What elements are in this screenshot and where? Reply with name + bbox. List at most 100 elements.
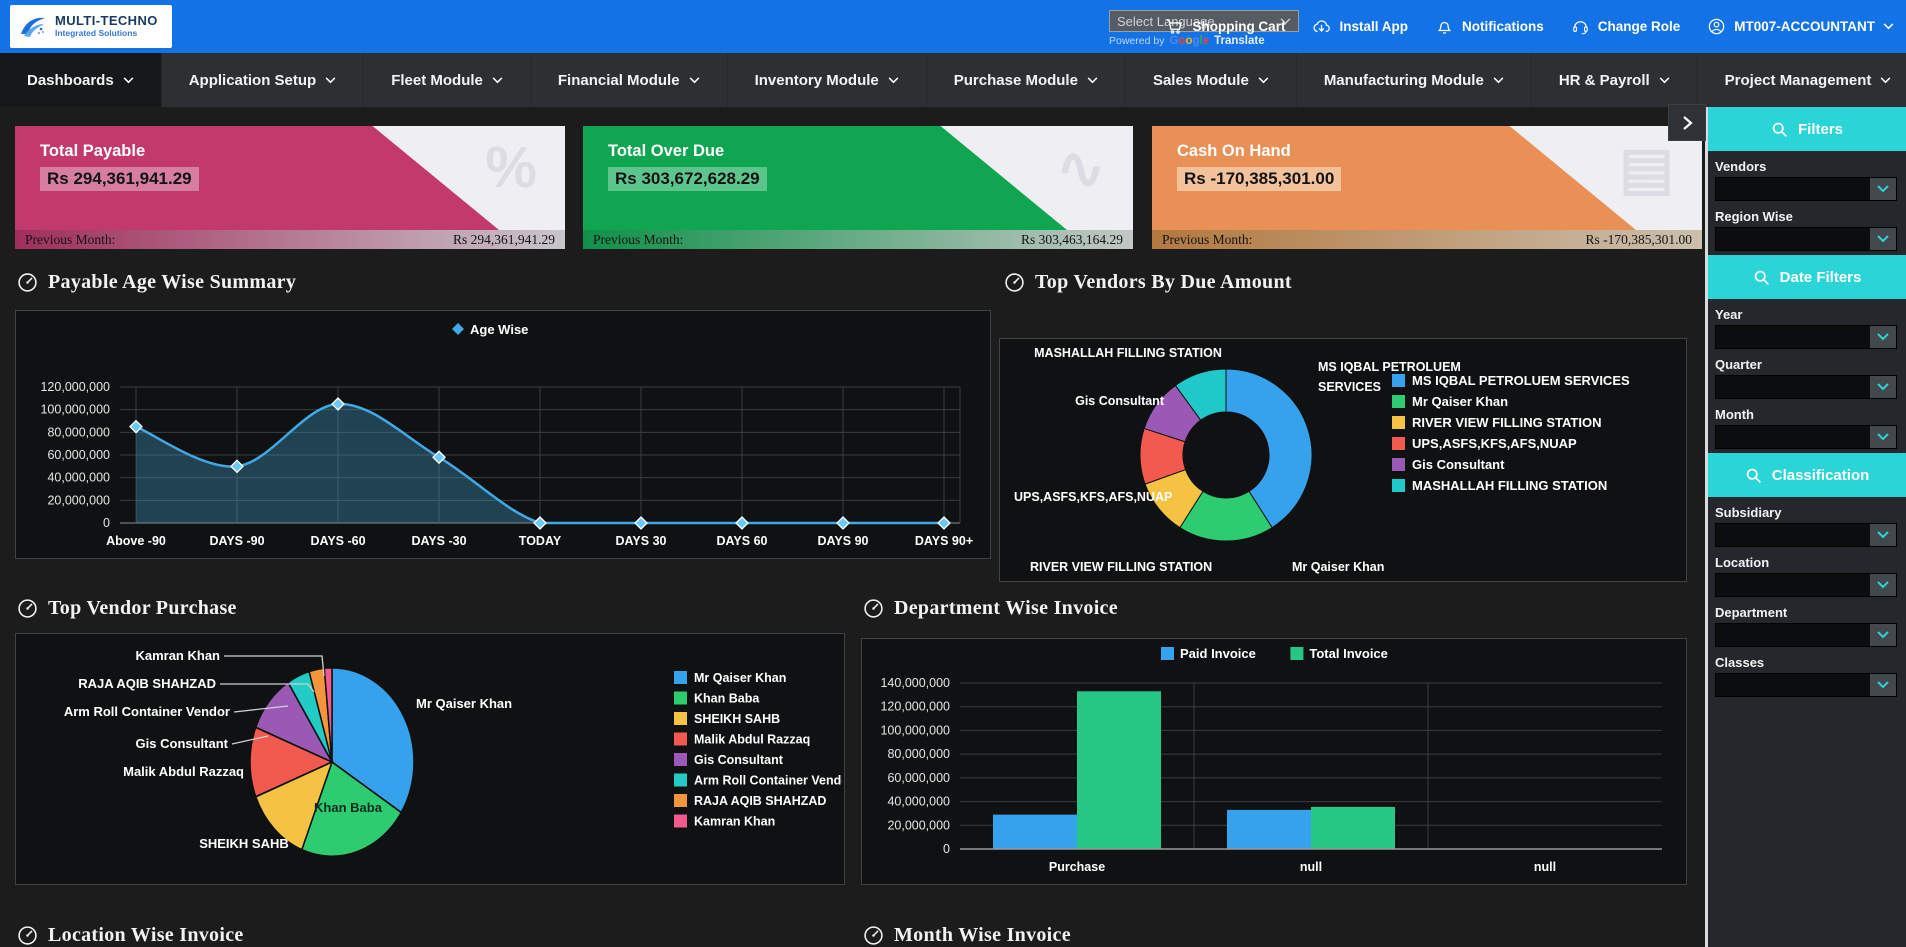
svg-text:Mr Qaiser Khan: Mr Qaiser Khan xyxy=(416,696,512,711)
chevron-down-icon xyxy=(1877,185,1889,193)
sidebar-select-region-wise[interactable] xyxy=(1715,227,1897,251)
svg-text:100,000,000: 100,000,000 xyxy=(880,723,950,737)
svg-text:20,000,000: 20,000,000 xyxy=(47,493,110,507)
svg-text:DAYS -90: DAYS -90 xyxy=(209,534,264,548)
nav-item-manufacturing-module[interactable]: Manufacturing Module xyxy=(1297,53,1532,107)
sidebar-field-label-quarter: Quarter xyxy=(1715,357,1906,372)
sidebar-select-classes[interactable] xyxy=(1715,673,1897,697)
notifications-button[interactable]: Notifications xyxy=(1435,17,1544,36)
chevron-down-icon xyxy=(1659,77,1670,84)
select-chevron-box xyxy=(1870,524,1896,546)
kpi-previous-month-strip: Previous Month:Rs -170,385,301.00 xyxy=(1152,230,1702,249)
svg-text:120,000,000: 120,000,000 xyxy=(880,700,950,714)
gauge-icon xyxy=(863,598,884,619)
search-icon xyxy=(1745,467,1762,484)
chevron-down-icon xyxy=(325,77,336,84)
top-vendor-purchase-chart-panel: Kamran KhanRAJA AQIB SHAHZADArm Roll Con… xyxy=(15,633,845,885)
nav-item-label: Financial Module xyxy=(558,72,680,89)
nav-item-application-setup[interactable]: Application Setup xyxy=(162,53,365,107)
nav-item-sales-module[interactable]: Sales Module xyxy=(1126,53,1297,107)
svg-text:MS IQBAL PETROLUEM: MS IQBAL PETROLUEM xyxy=(1318,360,1461,374)
kpi-card-total-over-due: ∿Total Over DueRs 303,672,628.29Previous… xyxy=(583,126,1133,249)
sidebar-group-classification: ClassificationSubsidiaryLocationDepartme… xyxy=(1708,453,1906,697)
sidebar-group-filters: FiltersVendorsRegion Wise xyxy=(1708,107,1906,251)
select-chevron-box xyxy=(1870,376,1896,398)
svg-text:DAYS 90+: DAYS 90+ xyxy=(915,534,973,548)
sidebar-header-filters[interactable]: Filters xyxy=(1708,107,1906,151)
sidebar-field-label-region-wise: Region Wise xyxy=(1715,209,1906,224)
percent-icon: % xyxy=(485,134,537,201)
top-vendors-due-chart-panel: MASHALLAH FILLING STATION MS IQBAL PETROL… xyxy=(999,338,1687,582)
svg-text:Arm Roll Container Vendor: Arm Roll Container Vendor xyxy=(694,774,842,788)
notifications-label: Notifications xyxy=(1462,19,1544,34)
nav-item-purchase-module[interactable]: Purchase Module xyxy=(927,53,1126,107)
sidebar-select-location[interactable] xyxy=(1715,573,1897,597)
shopping-cart-label: Shopping Cart xyxy=(1192,19,1285,34)
department-invoice-chart: 020,000,00040,000,00060,000,00080,000,00… xyxy=(862,639,1684,882)
powered-by-text: Powered by xyxy=(1109,35,1164,47)
chevron-down-icon xyxy=(1877,581,1889,589)
install-app-button[interactable]: Install App xyxy=(1312,17,1408,36)
sidebar-field-label-year: Year xyxy=(1715,307,1906,322)
nav-item-dashboards[interactable]: Dashboards xyxy=(0,53,162,107)
previous-month-label: Previous Month: xyxy=(25,232,115,248)
sidebar-select-department[interactable] xyxy=(1715,623,1897,647)
nav-item-inventory-module[interactable]: Inventory Module xyxy=(728,53,927,107)
nav-item-hr-payroll[interactable]: HR & Payroll xyxy=(1532,53,1698,107)
chevron-down-icon xyxy=(1877,433,1889,441)
svg-text:Malik Abdul Razzaq: Malik Abdul Razzaq xyxy=(123,764,244,779)
previous-month-label: Previous Month: xyxy=(593,232,683,248)
svg-text:0: 0 xyxy=(103,516,110,530)
sidebar-select-month[interactable] xyxy=(1715,425,1897,449)
chevron-down-icon xyxy=(1877,631,1889,639)
svg-text:60,000,000: 60,000,000 xyxy=(887,771,950,785)
svg-text:40,000,000: 40,000,000 xyxy=(47,471,110,485)
svg-text:DAYS -60: DAYS -60 xyxy=(310,534,365,548)
top-vendors-due-chart: MASHALLAH FILLING STATION MS IQBAL PETROL… xyxy=(1000,339,1684,579)
sidebar-select-subsidiary[interactable] xyxy=(1715,523,1897,547)
svg-text:MASHALLAH FILLING STATION: MASHALLAH FILLING STATION xyxy=(1034,346,1222,360)
sidebar-collapse-button[interactable] xyxy=(1668,104,1706,141)
nav-item-label: Dashboards xyxy=(27,72,114,89)
svg-text:Gis Consultant: Gis Consultant xyxy=(1412,457,1505,472)
company-logo[interactable]: MULTI-TECHNO Integrated Solutions xyxy=(10,5,172,48)
svg-text:SHEIKH SAHB: SHEIKH SAHB xyxy=(694,712,780,726)
chevron-down-icon xyxy=(1877,333,1889,341)
svg-text:120,000,000: 120,000,000 xyxy=(40,380,110,394)
nav-item-fleet-module[interactable]: Fleet Module xyxy=(364,53,531,107)
chevron-down-icon xyxy=(1877,235,1889,243)
section-title-department-invoice: Department Wise Invoice xyxy=(863,597,1118,620)
headset-icon xyxy=(1571,17,1590,36)
svg-text:MASHALLAH FILLING STATION: MASHALLAH FILLING STATION xyxy=(1412,478,1607,493)
account-menu-label: MT007-ACCOUNTANT xyxy=(1734,19,1875,34)
sidebar-select-quarter[interactable] xyxy=(1715,375,1897,399)
sidebar-select-year[interactable] xyxy=(1715,325,1897,349)
change-role-button[interactable]: Change Role xyxy=(1571,17,1681,36)
nav-item-label: Purchase Module xyxy=(954,72,1078,89)
main-nav: Dashboards Application Setup Fleet Module F… xyxy=(0,53,1906,107)
chevron-down-icon xyxy=(1883,23,1894,30)
svg-text:Mr Qaiser Khan: Mr Qaiser Khan xyxy=(1292,560,1384,574)
nav-item-label: Application Setup xyxy=(189,72,317,89)
sidebar-header-label: Date Filters xyxy=(1780,269,1862,286)
nav-item-financial-module[interactable]: Financial Module xyxy=(531,53,728,107)
sidebar-select-vendors[interactable] xyxy=(1715,177,1897,201)
chevron-down-icon xyxy=(1493,77,1504,84)
search-icon xyxy=(1771,121,1788,138)
nav-item-project-management[interactable]: Project Management xyxy=(1698,53,1906,107)
svg-text:TODAY: TODAY xyxy=(519,534,562,548)
shopping-cart-button[interactable]: Shopping Cart xyxy=(1165,17,1285,36)
svg-text:140,000,000: 140,000,000 xyxy=(880,676,950,690)
sidebar-header-classification[interactable]: Classification xyxy=(1708,453,1906,497)
select-chevron-box xyxy=(1870,674,1896,696)
chevron-down-icon xyxy=(1877,681,1889,689)
section-title-location-invoice: Location Wise Invoice xyxy=(17,924,244,947)
sidebar-header-date-filters[interactable]: Date Filters xyxy=(1708,255,1906,299)
change-role-label: Change Role xyxy=(1598,19,1681,34)
sidebar-select-value xyxy=(1716,228,1870,250)
gauge-icon xyxy=(17,925,38,946)
account-menu-button[interactable]: MT007-ACCOUNTANT xyxy=(1707,17,1894,36)
svg-text:DAYS 30: DAYS 30 xyxy=(616,534,667,548)
svg-text:Total Invoice: Total Invoice xyxy=(1309,646,1388,661)
svg-text:Gis Consultant: Gis Consultant xyxy=(694,753,784,767)
